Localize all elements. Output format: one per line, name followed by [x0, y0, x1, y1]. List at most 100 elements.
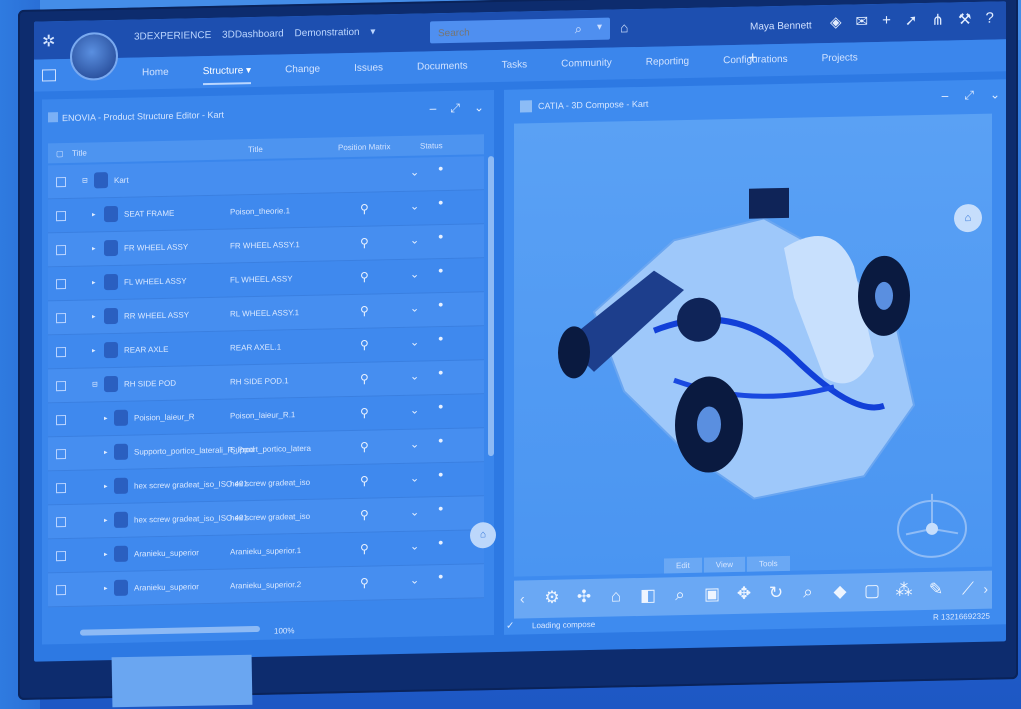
- cube-view-icon[interactable]: ▣: [700, 584, 724, 605]
- help-icon[interactable]: ?: [986, 10, 994, 28]
- chevron-down-icon[interactable]: ⌄: [410, 268, 419, 281]
- expand-icon[interactable]: ▸: [92, 346, 96, 354]
- row-checkbox[interactable]: [56, 380, 66, 392]
- expand-icon[interactable]: ▸: [104, 482, 108, 490]
- position-matrix-icon[interactable]: ⚲: [360, 270, 369, 284]
- maximize-icon[interactable]: ⤢: [964, 88, 974, 103]
- tab-reporting[interactable]: Reporting: [646, 56, 689, 76]
- position-matrix-icon[interactable]: ⚲: [360, 236, 369, 250]
- maximize-icon[interactable]: ⤢: [450, 101, 460, 116]
- tab-home[interactable]: Home: [142, 67, 169, 87]
- zoom-level[interactable]: 100%: [274, 626, 294, 635]
- position-matrix-icon[interactable]: ⚲: [360, 202, 369, 216]
- row-checkbox[interactable]: [56, 210, 66, 222]
- collapse-icon[interactable]: ⊟: [82, 177, 88, 185]
- tab-projects[interactable]: Projects: [822, 52, 858, 72]
- chevron-down-icon[interactable]: ⌄: [474, 100, 484, 115]
- chevron-down-icon[interactable]: ▾: [597, 22, 602, 33]
- measure-icon[interactable]: ⟋: [956, 579, 980, 600]
- position-matrix-icon[interactable]: ⚲: [360, 474, 369, 488]
- select-all-checkbox[interactable]: ▢: [56, 149, 64, 158]
- search-icon[interactable]: ⌕: [575, 21, 582, 37]
- tab-view[interactable]: View: [703, 556, 745, 573]
- chevron-down-icon[interactable]: ⌄: [410, 540, 419, 553]
- row-checkbox[interactable]: [56, 176, 66, 188]
- expand-icon[interactable]: ▸: [104, 516, 108, 524]
- row-checkbox[interactable]: [56, 278, 66, 290]
- user-name[interactable]: Maya Bennett: [750, 20, 812, 32]
- minimize-icon[interactable]: –: [430, 101, 437, 116]
- tab-tasks[interactable]: Tasks: [502, 59, 528, 79]
- row-checkbox[interactable]: [56, 516, 66, 528]
- chevron-down-icon[interactable]: ⌄: [410, 404, 419, 417]
- vertical-scrollbar[interactable]: [488, 156, 494, 457]
- chevron-down-icon[interactable]: ⌄: [410, 506, 419, 519]
- chevron-left-icon[interactable]: ‹: [520, 590, 525, 606]
- expand-icon[interactable]: ▸: [104, 550, 108, 558]
- chevron-right-icon[interactable]: ›: [983, 581, 988, 597]
- chevron-down-icon[interactable]: ⌄: [410, 336, 419, 349]
- expand-icon[interactable]: ▸: [92, 244, 96, 252]
- compass-icon[interactable]: ⌂: [954, 203, 982, 233]
- box-icon[interactable]: ▢: [860, 581, 884, 602]
- chevron-down-icon[interactable]: ⌄: [410, 166, 419, 179]
- home-view-icon[interactable]: ⌂: [604, 586, 628, 607]
- row-checkbox[interactable]: [56, 482, 66, 494]
- sidebar-toggle-icon[interactable]: [42, 69, 56, 82]
- collapse-icon[interactable]: ⊟: [92, 380, 98, 388]
- compass-app-icon[interactable]: ◈: [830, 13, 842, 31]
- 3d-viewport[interactable]: ⌂: [514, 113, 992, 577]
- tab-edit[interactable]: Edit: [664, 557, 702, 574]
- position-matrix-icon[interactable]: ⚲: [360, 338, 369, 352]
- tab-issues[interactable]: Issues: [354, 62, 383, 82]
- expand-icon[interactable]: ▸: [104, 448, 108, 456]
- position-matrix-icon[interactable]: ⚲: [360, 372, 369, 386]
- chevron-down-icon[interactable]: ⌄: [410, 302, 419, 315]
- brand-part[interactable]: Demonstration: [295, 27, 360, 39]
- column-header[interactable]: Title: [248, 145, 263, 154]
- chevron-down-icon[interactable]: ⌄: [410, 472, 419, 485]
- chevron-down-icon[interactable]: ▾: [370, 27, 375, 38]
- chevron-down-icon[interactable]: ⌄: [410, 574, 419, 587]
- position-matrix-icon[interactable]: ⚲: [360, 576, 369, 590]
- position-matrix-icon[interactable]: ⚲: [360, 542, 369, 556]
- move-icon[interactable]: ✥: [732, 584, 756, 605]
- search-input[interactable]: [436, 21, 570, 43]
- position-matrix-icon[interactable]: ⚲: [360, 304, 369, 318]
- row-checkbox[interactable]: [56, 550, 66, 562]
- tab-community[interactable]: Community: [561, 58, 612, 78]
- expand-icon[interactable]: ▸: [104, 414, 108, 422]
- tab-change[interactable]: Change: [285, 64, 320, 84]
- expand-icon[interactable]: ▸: [92, 210, 96, 218]
- section-icon[interactable]: ◧: [636, 586, 660, 607]
- column-header[interactable]: Title: [72, 149, 87, 158]
- expand-icon[interactable]: ▸: [92, 278, 96, 286]
- search-part-icon[interactable]: ⌕: [796, 582, 820, 603]
- share-icon[interactable]: ⋔: [931, 11, 944, 29]
- orientation-cube-icon[interactable]: [892, 473, 972, 565]
- tab-documents[interactable]: Documents: [417, 61, 468, 81]
- position-matrix-icon[interactable]: ⚲: [360, 508, 369, 522]
- chevron-down-icon[interactable]: ⌄: [990, 87, 1000, 102]
- column-header[interactable]: Position Matrix: [338, 142, 390, 152]
- tab-structure[interactable]: Structure ▾: [202, 65, 252, 86]
- add-tab-icon[interactable]: +: [748, 50, 757, 68]
- kart-3d-model[interactable]: [534, 174, 954, 523]
- annotate-icon[interactable]: ✎: [924, 580, 948, 601]
- assembly-icon[interactable]: ⚙: [540, 588, 564, 609]
- render-icon[interactable]: ◆: [828, 582, 852, 603]
- position-matrix-icon[interactable]: ⚲: [360, 440, 369, 454]
- position-matrix-icon[interactable]: ⚲: [360, 406, 369, 420]
- chevron-down-icon[interactable]: ⌄: [410, 438, 419, 451]
- explode-icon[interactable]: ✣: [572, 587, 596, 608]
- tab-tools[interactable]: Tools: [747, 555, 790, 572]
- chevron-down-icon[interactable]: ⌄: [410, 200, 419, 213]
- share-arrow-icon[interactable]: ➚: [905, 11, 918, 29]
- particles-icon[interactable]: ⁂: [892, 580, 916, 601]
- row-checkbox[interactable]: [56, 448, 66, 460]
- add-icon[interactable]: +: [882, 12, 891, 30]
- tools-icon[interactable]: ⚒: [958, 10, 971, 28]
- row-checkbox[interactable]: [56, 584, 66, 596]
- row-checkbox[interactable]: [56, 312, 66, 324]
- horizontal-scrollbar[interactable]: [80, 625, 260, 636]
